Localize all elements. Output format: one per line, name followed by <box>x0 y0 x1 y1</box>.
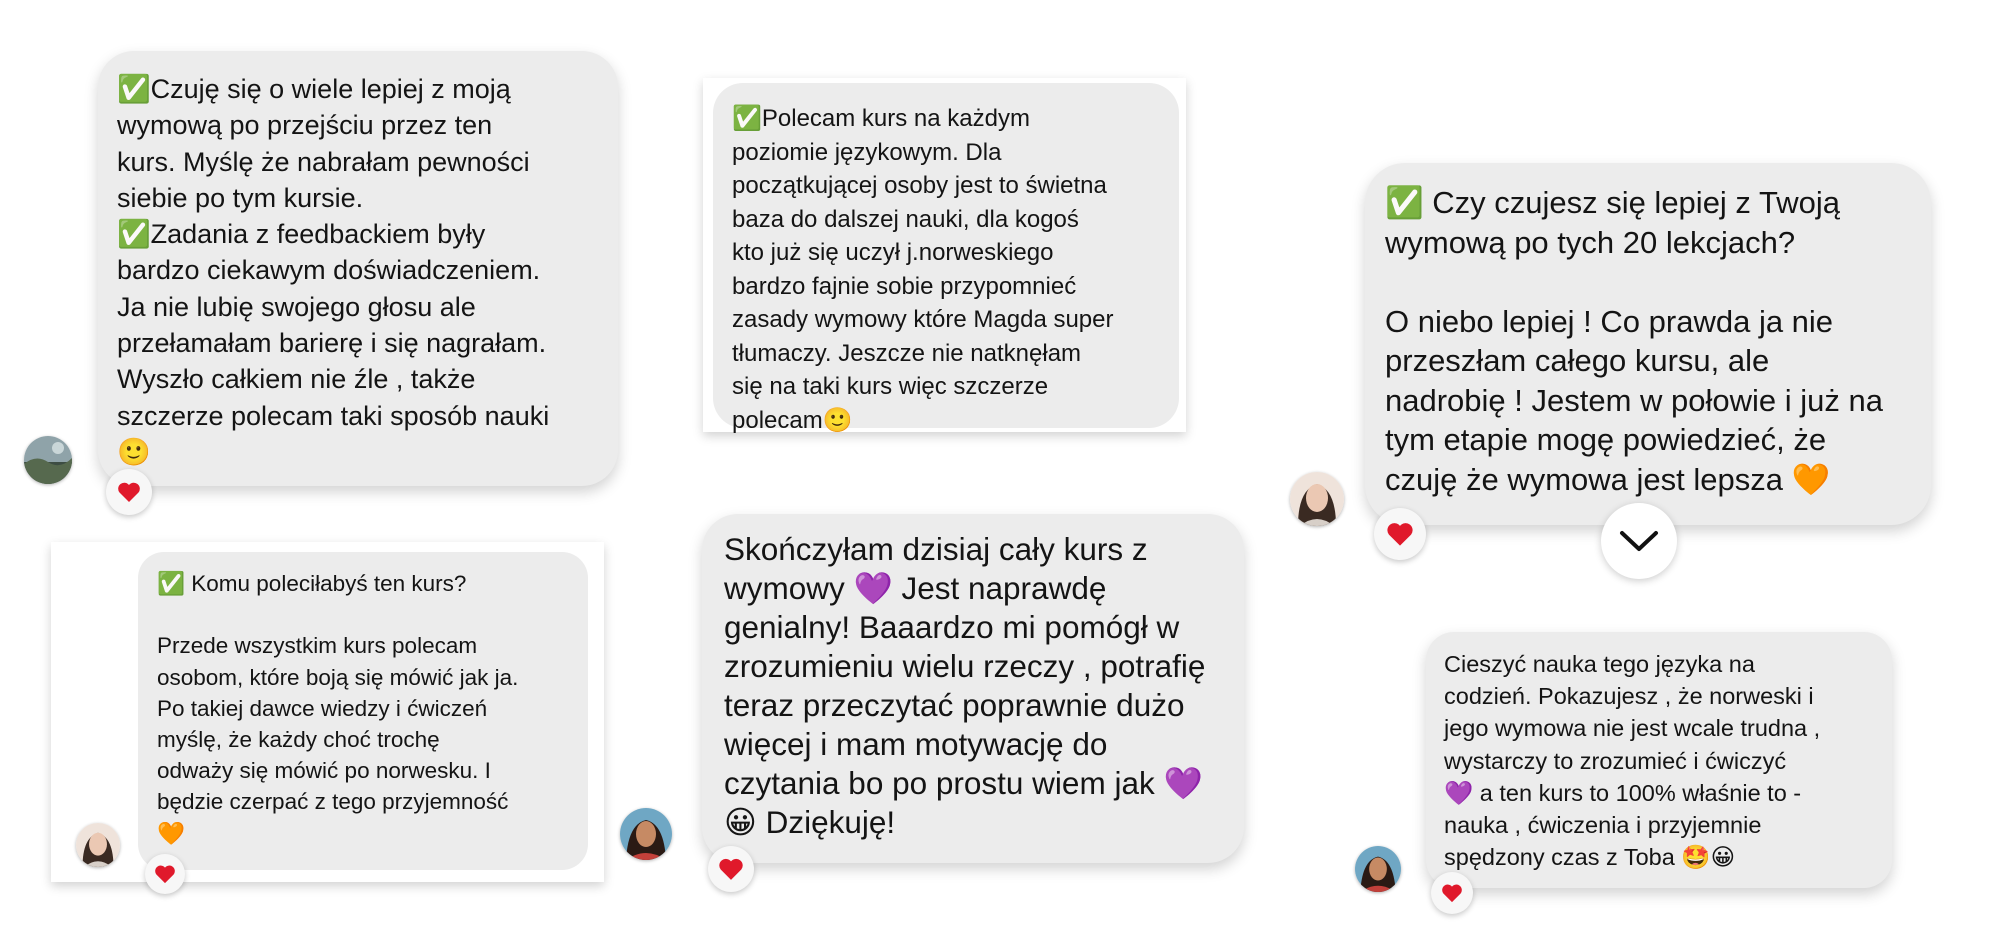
review-card-2: ✅Polecam kurs na każdym poziomie językow… <box>703 78 1186 434</box>
message-bubble: ✅ Czy czujesz się lepiej z Twoją wymową … <box>1365 163 1931 525</box>
heart-icon <box>1387 523 1413 546</box>
avatar[interactable] <box>1290 472 1344 526</box>
reaction-heart[interactable] <box>1431 872 1473 914</box>
review-card-6: Cieszyć nauka tego języka na codzień. Po… <box>1355 632 1900 920</box>
avatar[interactable] <box>1355 846 1401 892</box>
heart-icon <box>719 858 743 880</box>
chevron-down-icon <box>1620 531 1658 551</box>
avatar[interactable] <box>24 436 72 484</box>
review-card-3: ✅ Czy czujesz się lepiej z Twoją wymową … <box>1288 160 1938 579</box>
avatar[interactable] <box>620 808 672 860</box>
review-card-5: Skończyłam dzisiaj cały kurs z wymowy 💜 … <box>620 510 1260 898</box>
heart-icon <box>1442 884 1462 903</box>
heart-icon <box>155 865 175 884</box>
message-bubble: Cieszyć nauka tego języka na codzień. Po… <box>1426 632 1892 888</box>
message-bubble: ✅Polecam kurs na każdym poziomie językow… <box>713 83 1179 434</box>
reaction-heart[interactable] <box>145 854 185 894</box>
message-bubble: Skończyłam dzisiaj cały kurs z wymowy 💜 … <box>702 514 1244 863</box>
scroll-down-button[interactable] <box>1601 503 1677 579</box>
review-card-1: ✅Czuję się o wiele lepiej z moją wymową … <box>20 45 620 515</box>
message-bubble: ✅Czuję się o wiele lepiej z moją wymową … <box>98 51 618 486</box>
review-card-4: ✅ Komu poleciłabyś ten kurs? Przede wszy… <box>51 542 604 894</box>
heart-icon <box>118 482 140 502</box>
message-bubble: ✅ Komu poleciłabyś ten kurs? Przede wszy… <box>138 552 588 870</box>
reaction-heart[interactable] <box>708 846 754 892</box>
reaction-heart[interactable] <box>1374 508 1426 560</box>
reaction-heart[interactable] <box>106 469 152 515</box>
avatar[interactable] <box>76 823 120 867</box>
